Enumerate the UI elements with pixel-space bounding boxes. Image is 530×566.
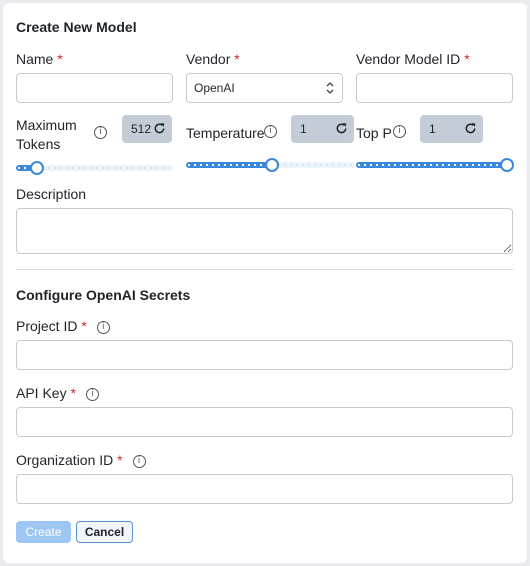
name-label-text: Name	[16, 51, 54, 67]
chevron-up-down-icon	[326, 82, 334, 94]
api-key-label-text: API Key	[16, 385, 67, 401]
slider-fill	[356, 162, 506, 168]
secrets-section-title: Configure OpenAI Secrets	[16, 287, 191, 303]
required-asterisk: *	[70, 385, 76, 401]
required-asterisk: *	[57, 51, 63, 67]
max-tokens-label-line2: Tokens	[16, 136, 61, 152]
name-label: Name *	[16, 50, 63, 68]
api-key-label: API Key * i	[16, 384, 99, 402]
required-asterisk: *	[464, 51, 470, 67]
organization-id-label: Organization ID * i	[16, 451, 146, 469]
dialog-title: Create New Model	[16, 19, 137, 35]
temperature-value: 1	[300, 122, 307, 136]
top-p-slider[interactable]	[356, 158, 514, 172]
slider-thumb[interactable]	[265, 158, 279, 172]
cancel-button[interactable]: Cancel	[76, 521, 133, 543]
vendor-label-text: Vendor	[186, 51, 231, 67]
project-id-label-text: Project ID	[16, 318, 78, 334]
max-tokens-label-line1: Maximum	[16, 117, 77, 133]
top-p-number-input[interactable]: 1	[420, 115, 483, 143]
required-asterisk: *	[81, 318, 87, 334]
required-asterisk: *	[234, 51, 240, 67]
description-label: Description	[16, 186, 87, 202]
organization-id-label-text: Organization ID	[16, 452, 114, 468]
slider-fill	[186, 162, 271, 168]
temperature-label: Temperature	[186, 125, 265, 141]
api-key-input[interactable]	[16, 407, 513, 437]
vendor-select[interactable]: OpenAI	[186, 73, 343, 103]
info-icon[interactable]: i	[132, 454, 146, 468]
max-tokens-number-input[interactable]: 512	[122, 115, 172, 143]
reset-icon[interactable]	[153, 122, 166, 135]
vendor-model-id-input[interactable]	[356, 73, 513, 103]
info-icon[interactable]: i	[393, 125, 406, 138]
reset-icon[interactable]	[335, 122, 348, 135]
create-model-dialog: Create New Model Name * Vendor * OpenAI …	[3, 3, 527, 563]
organization-id-input[interactable]	[16, 474, 513, 504]
reset-icon[interactable]	[464, 122, 477, 135]
temperature-slider[interactable]	[186, 158, 356, 172]
max-tokens-slider[interactable]	[16, 161, 173, 175]
vendor-selected-value: OpenAI	[194, 81, 235, 95]
max-tokens-value: 512	[131, 122, 152, 136]
info-icon[interactable]: i	[264, 125, 277, 138]
vendor-model-id-label: Vendor Model ID *	[356, 50, 470, 68]
info-icon[interactable]: i	[94, 126, 107, 139]
info-icon[interactable]: i	[85, 387, 99, 401]
required-asterisk: *	[117, 452, 123, 468]
section-divider	[16, 269, 513, 270]
project-id-label: Project ID * i	[16, 317, 110, 335]
slider-thumb[interactable]	[30, 161, 45, 175]
create-button[interactable]: Create	[16, 521, 71, 543]
name-input[interactable]	[16, 73, 173, 103]
project-id-input[interactable]	[16, 340, 513, 370]
vendor-model-id-label-text: Vendor Model ID	[356, 51, 461, 67]
info-icon[interactable]: i	[96, 320, 110, 334]
description-textarea[interactable]	[16, 208, 513, 254]
vendor-label: Vendor *	[186, 50, 240, 68]
top-p-label: Top P	[356, 125, 392, 141]
slider-thumb[interactable]	[500, 158, 514, 172]
top-p-value: 1	[429, 122, 436, 136]
temperature-number-input[interactable]: 1	[291, 115, 354, 143]
